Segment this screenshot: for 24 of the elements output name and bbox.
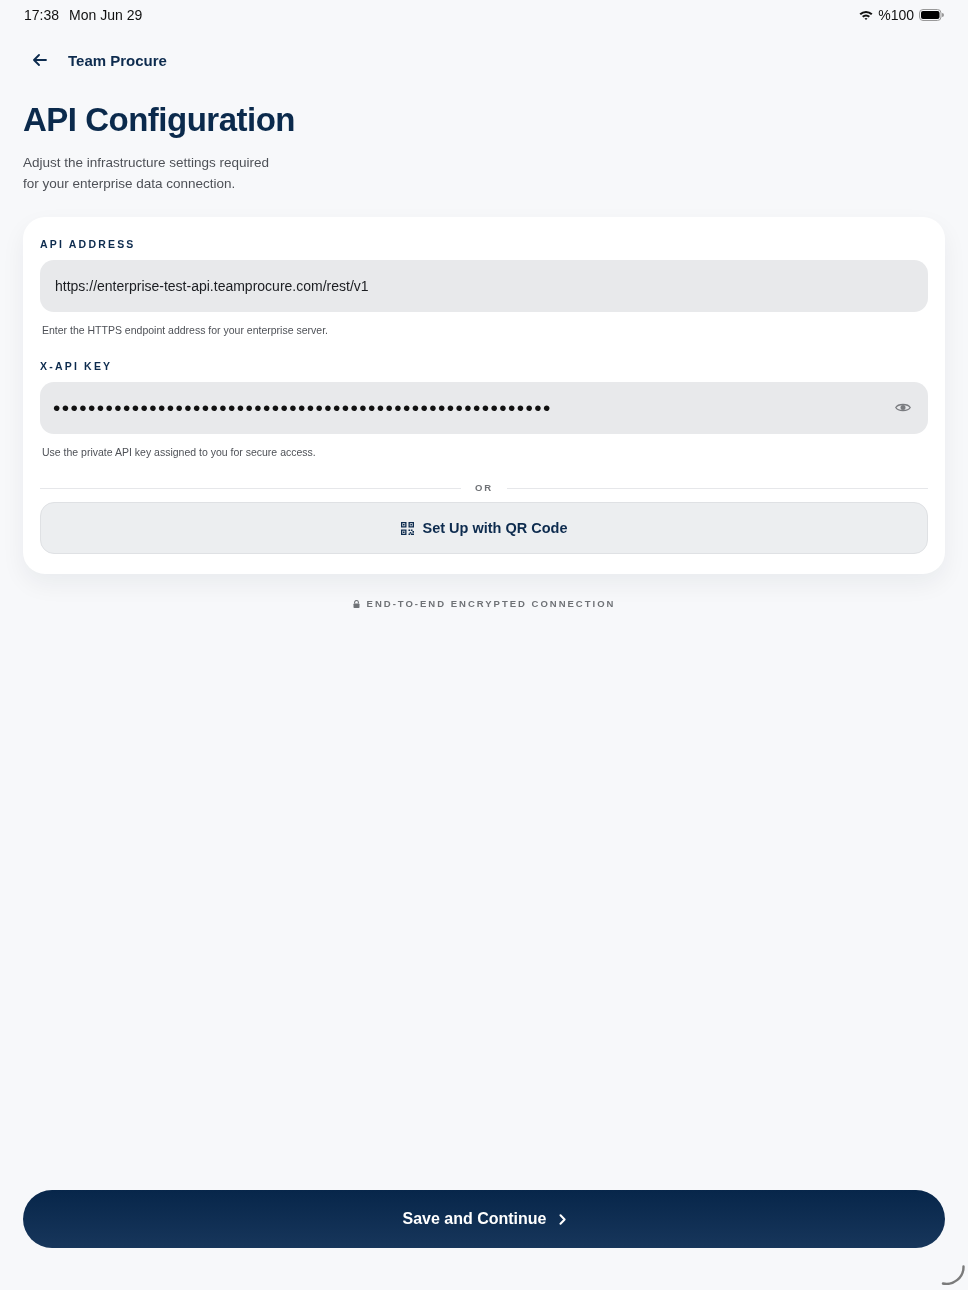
show-password-icon[interactable] bbox=[895, 402, 911, 413]
field-help-text: Enter the HTTPS endpoint address for your enterprise server. bbox=[42, 324, 329, 336]
chevron-right-icon bbox=[558, 1213, 566, 1225]
battery-icon bbox=[919, 9, 944, 21]
save-and-continue-button[interactable]: Save and Continue bbox=[23, 1190, 945, 1248]
field-label: X-API KEY bbox=[40, 360, 114, 372]
field-help-text: Use the private API key assigned to you for secure access. bbox=[42, 446, 317, 458]
lock-icon bbox=[352, 600, 360, 608]
qr-code-icon bbox=[400, 521, 414, 535]
security-note: END-TO-END ENCRYPTED CONNECTION bbox=[366, 598, 616, 610]
wifi-icon bbox=[859, 10, 874, 20]
api-address-field[interactable]: https://enterprise-test-api.teamprocure.com/rest/v1 bbox=[40, 260, 928, 312]
or-divider-text: OR bbox=[474, 482, 494, 494]
page-subtitle: Adjust the infrastructure settings required for your enterprise data connection. bbox=[23, 154, 271, 193]
qr-code-button[interactable]: Set Up with QR Code bbox=[40, 502, 928, 554]
field-label: API ADDRESS bbox=[40, 238, 137, 250]
page-title: API Configuration bbox=[23, 100, 295, 140]
corner-arc-icon bbox=[941, 1265, 965, 1285]
status-time: 17:38 bbox=[24, 7, 60, 23]
status-date: Mon Jun 29 bbox=[69, 7, 143, 23]
battery-percentage: %100 bbox=[878, 7, 914, 23]
api-key-field[interactable]: ••••••••••••••••••••••••••••••••••••••••••••••••••••••••• bbox=[40, 382, 928, 434]
back-button[interactable] bbox=[33, 54, 47, 66]
nav-title: Team Procure bbox=[68, 51, 167, 69]
